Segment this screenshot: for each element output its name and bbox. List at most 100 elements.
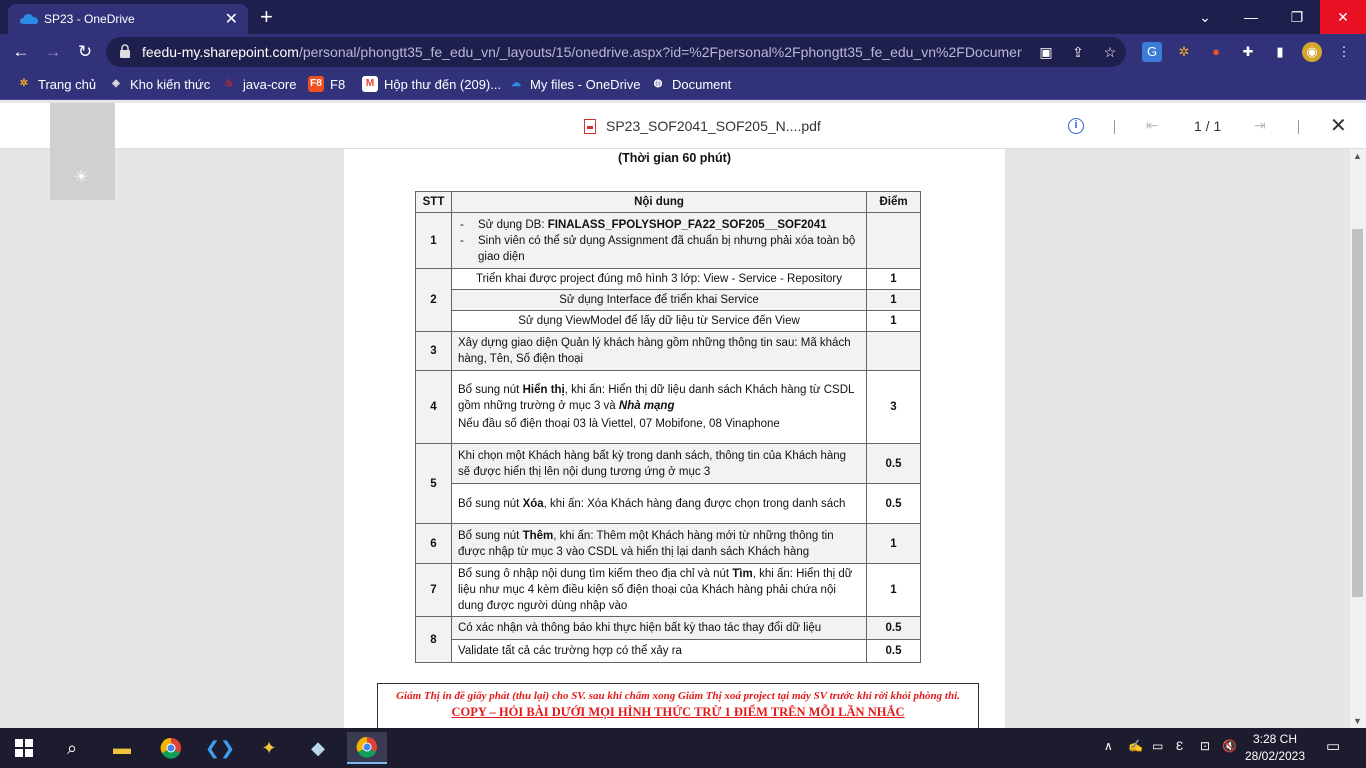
pdf-file-icon: [584, 119, 596, 134]
first-page-icon[interactable]: ⇤: [1146, 117, 1158, 134]
notice-line: Giám Thị in đề giấy phát (thu lại) cho S…: [396, 690, 960, 702]
side-overlay-panel[interactable]: ☀: [50, 103, 115, 200]
page-indicator: 1 / 1: [1194, 118, 1222, 134]
row-content: Sử dụng Interface để triển khai Service: [451, 289, 867, 311]
table-row: 1 Sử dụng DB: FINALASS_FPOLYSHOP_FA22_SO…: [415, 212, 921, 269]
clock-date: 28/02/2023: [1244, 749, 1306, 763]
bookmark-document[interactable]: ◍ Document: [650, 76, 732, 92]
maximize-button[interactable]: ❐: [1274, 0, 1320, 34]
scroll-up-icon[interactable]: ▲: [1353, 151, 1362, 161]
header-content: Nội dung: [451, 191, 867, 213]
translate-extension-icon[interactable]: G: [1142, 42, 1162, 62]
tab-title: SP23 - OneDrive: [44, 12, 135, 26]
row-stt: 6: [415, 523, 452, 564]
row-score: 0.5: [866, 443, 921, 484]
list-item: Sử dụng DB: FINALASS_FPOLYSHOP_FA22_SOF2…: [458, 217, 860, 233]
pen-icon[interactable]: ✍: [1128, 739, 1143, 753]
table-row: 4 Bổ sung nút Hiển thị, khi ấn: Hiển thị…: [415, 370, 921, 444]
f8-icon: F8: [308, 76, 324, 92]
reload-icon[interactable]: ↻: [72, 40, 98, 64]
onedrive-icon: [20, 14, 38, 24]
row-score: 1: [866, 289, 921, 311]
pdf-viewer-header: SP23_SOF2041_SOF205_N....pdf i ⇤ 1 / 1 ⇥…: [0, 103, 1366, 149]
bookmark-java-core[interactable]: ♨ java-core: [221, 76, 297, 92]
tray-chevron-icon[interactable]: ∧: [1104, 739, 1113, 753]
table-row: 6 Bổ sung nút Thêm, khi ấn: Thêm một Khá…: [415, 523, 921, 564]
book-icon: ◈: [112, 78, 120, 89]
table-header-row: STT Nội dung Điểm: [415, 191, 921, 213]
url-text[interactable]: feedu-my.sharepoint.com/personal/phongtt…: [142, 44, 1022, 60]
tab-close-icon[interactable]: ✕: [225, 9, 238, 29]
grading-table: STT Nội dung Điểm 1 Sử dụng DB: FINALASS…: [415, 191, 921, 663]
profile-avatar-icon[interactable]: ◉: [1302, 42, 1322, 62]
last-page-icon[interactable]: ⇥: [1254, 117, 1266, 134]
list-item: Sinh viên có thể sử dụng Assignment đã c…: [458, 233, 860, 265]
close-viewer-button[interactable]: ✕: [1330, 113, 1347, 138]
notification-icon[interactable]: ▭: [1326, 737, 1340, 755]
chrome-icon[interactable]: [151, 732, 191, 764]
system-clock[interactable]: 3:28 CH 28/02/2023: [1244, 731, 1306, 765]
side-panel-icon[interactable]: ▮: [1270, 42, 1290, 62]
row-score: 1: [866, 563, 921, 617]
brightness-icon[interactable]: ☀: [74, 167, 88, 187]
browser-title-bar: SP23 - OneDrive ✕ + ⌄ — ❐ ✕: [0, 0, 1366, 34]
globe-icon: ◍: [653, 78, 663, 89]
table-row: Validate tất cả các trường hợp có thể xả…: [416, 639, 921, 663]
row-stt: 8: [415, 616, 452, 663]
fox-extension-icon[interactable]: ●: [1206, 42, 1226, 62]
ime-icon[interactable]: Ɛ: [1176, 739, 1183, 753]
address-bar[interactable]: feedu-my.sharepoint.com/personal/phongtt…: [106, 37, 1126, 67]
bookmark-kho-kien-thuc[interactable]: ◈ Kho kiến thức: [108, 76, 210, 92]
exam-time: (Thời gian 60 phút): [617, 151, 732, 165]
notice-warning: COPY – HỎI BÀI DƯỚI MỌI HÌNH THỨC TRỪ 1 …: [451, 705, 905, 719]
virtualbox-icon[interactable]: ◆: [298, 732, 338, 764]
browser-tab[interactable]: SP23 - OneDrive ✕: [8, 4, 248, 34]
row-stt: 7: [415, 563, 452, 617]
fpt-extension-icon[interactable]: ✲: [1174, 42, 1194, 62]
search-icon[interactable]: ⌕: [52, 732, 92, 764]
app-icon[interactable]: ✦: [249, 732, 289, 764]
vscode-icon[interactable]: ❮❯: [200, 732, 240, 764]
row-score: 0.5: [866, 483, 921, 524]
row-score: 0.5: [866, 639, 921, 663]
close-window-button[interactable]: ✕: [1320, 0, 1366, 34]
popup-blocked-icon[interactable]: ▣: [1038, 44, 1054, 60]
row-content: Bổ sung ô nhập nội dung tìm kiếm theo đị…: [451, 563, 867, 617]
file-explorer-icon[interactable]: ▬: [102, 732, 142, 764]
network-icon[interactable]: ⊡: [1200, 739, 1210, 753]
share-icon[interactable]: ⇪: [1070, 44, 1086, 60]
battery-icon[interactable]: ▭: [1152, 739, 1163, 753]
bookmark-star-icon[interactable]: ☆: [1102, 44, 1118, 60]
back-arrow-icon[interactable]: ←: [8, 40, 34, 64]
forward-arrow-icon[interactable]: →: [40, 40, 66, 64]
fpt-icon: ✲: [19, 78, 29, 89]
row-score: [866, 212, 921, 269]
clock-time: 3:28 CH: [1252, 732, 1298, 746]
bookmark-gmail[interactable]: M Hộp thư đến (209)...: [362, 76, 501, 92]
row-score: [866, 331, 921, 371]
scroll-down-icon[interactable]: ▼: [1353, 716, 1362, 726]
minimize-button[interactable]: —: [1228, 0, 1274, 34]
lock-icon[interactable]: [118, 44, 132, 58]
row-content: Khi chọn một Khách hàng bất kỳ trong dan…: [451, 443, 867, 484]
divider: [1114, 120, 1115, 134]
extensions-puzzle-icon[interactable]: ✚: [1238, 42, 1258, 62]
row-content: Bổ sung nút Thêm, khi ấn: Thêm một Khách…: [451, 523, 867, 564]
chrome-profile-icon[interactable]: [347, 732, 387, 764]
divider: [1298, 120, 1299, 134]
bookmark-f8[interactable]: F8 F8: [308, 76, 345, 92]
bookmark-onedrive[interactable]: ☁ My files - OneDrive: [508, 76, 641, 92]
tab-search-button[interactable]: ⌄: [1182, 0, 1228, 34]
new-tab-button[interactable]: +: [260, 4, 273, 30]
windows-start-icon[interactable]: [4, 732, 44, 764]
volume-muted-icon[interactable]: 🔇: [1222, 739, 1237, 753]
bookmark-trang-chu[interactable]: ✲ Trang chủ: [16, 76, 96, 92]
info-icon[interactable]: i: [1068, 118, 1084, 134]
scrollbar-thumb[interactable]: [1352, 229, 1363, 597]
java-icon: ♨: [224, 78, 234, 89]
browser-menu-icon[interactable]: ⋮: [1334, 42, 1354, 62]
row-score: 1: [866, 310, 921, 332]
row-content: Xây dựng giao diện Quản lý khách hàng gồ…: [451, 331, 867, 371]
page-scrollbar[interactable]: ▲ ▼: [1350, 149, 1366, 728]
table-row: 7 Bổ sung ô nhập nội dung tìm kiếm theo …: [415, 563, 921, 617]
